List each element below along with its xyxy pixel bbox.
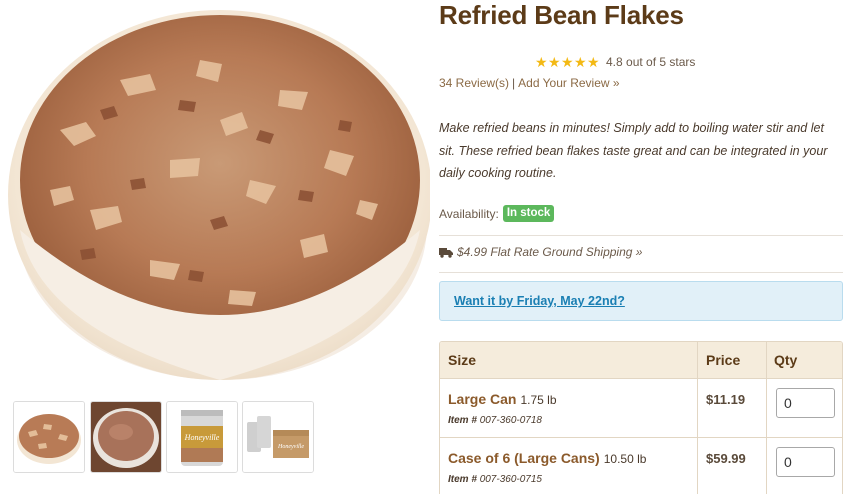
truck-icon	[439, 247, 453, 258]
size-name: Case of 6 (Large Cans) 10.50 lb	[448, 450, 646, 466]
product-rating[interactable]: ★ ★ ★ ★ ★ 4.8 out of 5 stars	[535, 54, 695, 70]
divider	[439, 272, 843, 273]
bean-flakes-bowl-thumb-icon	[14, 402, 84, 472]
header-price: Price	[706, 352, 741, 368]
shipping-link[interactable]: $4.99 Flat Rate Ground Shipping »	[457, 245, 642, 259]
star-rating: ★ ★ ★ ★ ★	[535, 54, 600, 70]
item-number-label: Item #	[448, 415, 477, 426]
delivery-estimate-box: Want it by Friday, May 22nd?	[439, 281, 843, 321]
quantity-input[interactable]	[776, 447, 835, 477]
item-number-value: 007-360-0715	[479, 474, 542, 485]
item-number: Item # 007-360-0718	[448, 415, 542, 426]
quantity-input[interactable]	[776, 388, 835, 418]
table-row: Large Can 1.75 lb Item # 007-360-0718 $11…	[440, 379, 842, 438]
price: $11.19	[706, 392, 746, 407]
star-icon: ★	[535, 54, 548, 70]
shipping-row[interactable]: $4.99 Flat Rate Ground Shipping »	[439, 245, 642, 259]
star-icon: ★	[561, 54, 574, 70]
delivery-estimate-link[interactable]: Want it by Friday, May 22nd?	[454, 294, 625, 308]
reviews-count-link[interactable]: 34 Review(s)	[439, 76, 509, 90]
table-row: Case of 6 (Large Cans) 10.50 lb Item # 00…	[440, 438, 842, 494]
reviews-line: 34 Review(s) | Add Your Review »	[439, 76, 620, 90]
refried-beans-dish-thumb-icon	[91, 402, 161, 472]
reviews-separator: |	[512, 76, 516, 90]
bean-flakes-bowl-icon	[0, 0, 430, 392]
header-size: Size	[448, 352, 477, 368]
case-of-cans-thumb-icon: Honeyville	[243, 402, 313, 472]
divider	[439, 235, 843, 236]
item-number: Item # 007-360-0715	[448, 474, 542, 485]
star-icon: ★	[587, 54, 600, 70]
size-price-table: Size Price Qty Large Can 1.75 lb Item # 0…	[439, 341, 843, 494]
size-weight: 1.75 lb	[520, 393, 557, 407]
item-number-label: Item #	[448, 474, 477, 485]
svg-text:Honeyville: Honeyville	[184, 433, 220, 442]
main-product-image[interactable]	[0, 0, 430, 392]
thumbnail-bean-flakes[interactable]	[13, 401, 85, 473]
star-icon: ★	[574, 54, 587, 70]
stock-status-badge: In stock	[502, 205, 555, 222]
price: $59.99	[706, 451, 746, 466]
thumbnail-case-of-cans[interactable]: Honeyville	[242, 401, 314, 473]
size-name: Large Can 1.75 lb	[448, 391, 557, 407]
thumbnail-strip: Honeyville Honeyville	[13, 401, 323, 473]
size-label: Case of 6 (Large Cans)	[448, 450, 600, 466]
table-header: Size Price Qty	[440, 342, 842, 379]
thumbnail-large-can[interactable]: Honeyville	[166, 401, 238, 473]
large-can-thumb-icon: Honeyville	[167, 402, 237, 472]
availability-row: Availability: In stock	[439, 205, 555, 222]
rating-score: 4.8 out of 5 stars	[606, 55, 696, 69]
size-label: Large Can	[448, 391, 517, 407]
header-qty: Qty	[774, 352, 798, 368]
item-number-value: 007-360-0718	[479, 415, 542, 426]
product-description: Make refried beans in minutes! Simply ad…	[439, 121, 828, 180]
availability-label: Availability:	[439, 206, 499, 221]
svg-text:Honeyville: Honeyville	[277, 444, 304, 450]
size-weight: 10.50 lb	[603, 452, 647, 466]
star-icon: ★	[548, 54, 561, 70]
add-review-link[interactable]: Add Your Review »	[518, 76, 619, 90]
thumbnail-refried-beans[interactable]	[90, 401, 162, 473]
product-title: Refried Bean Flakes	[439, 0, 684, 30]
